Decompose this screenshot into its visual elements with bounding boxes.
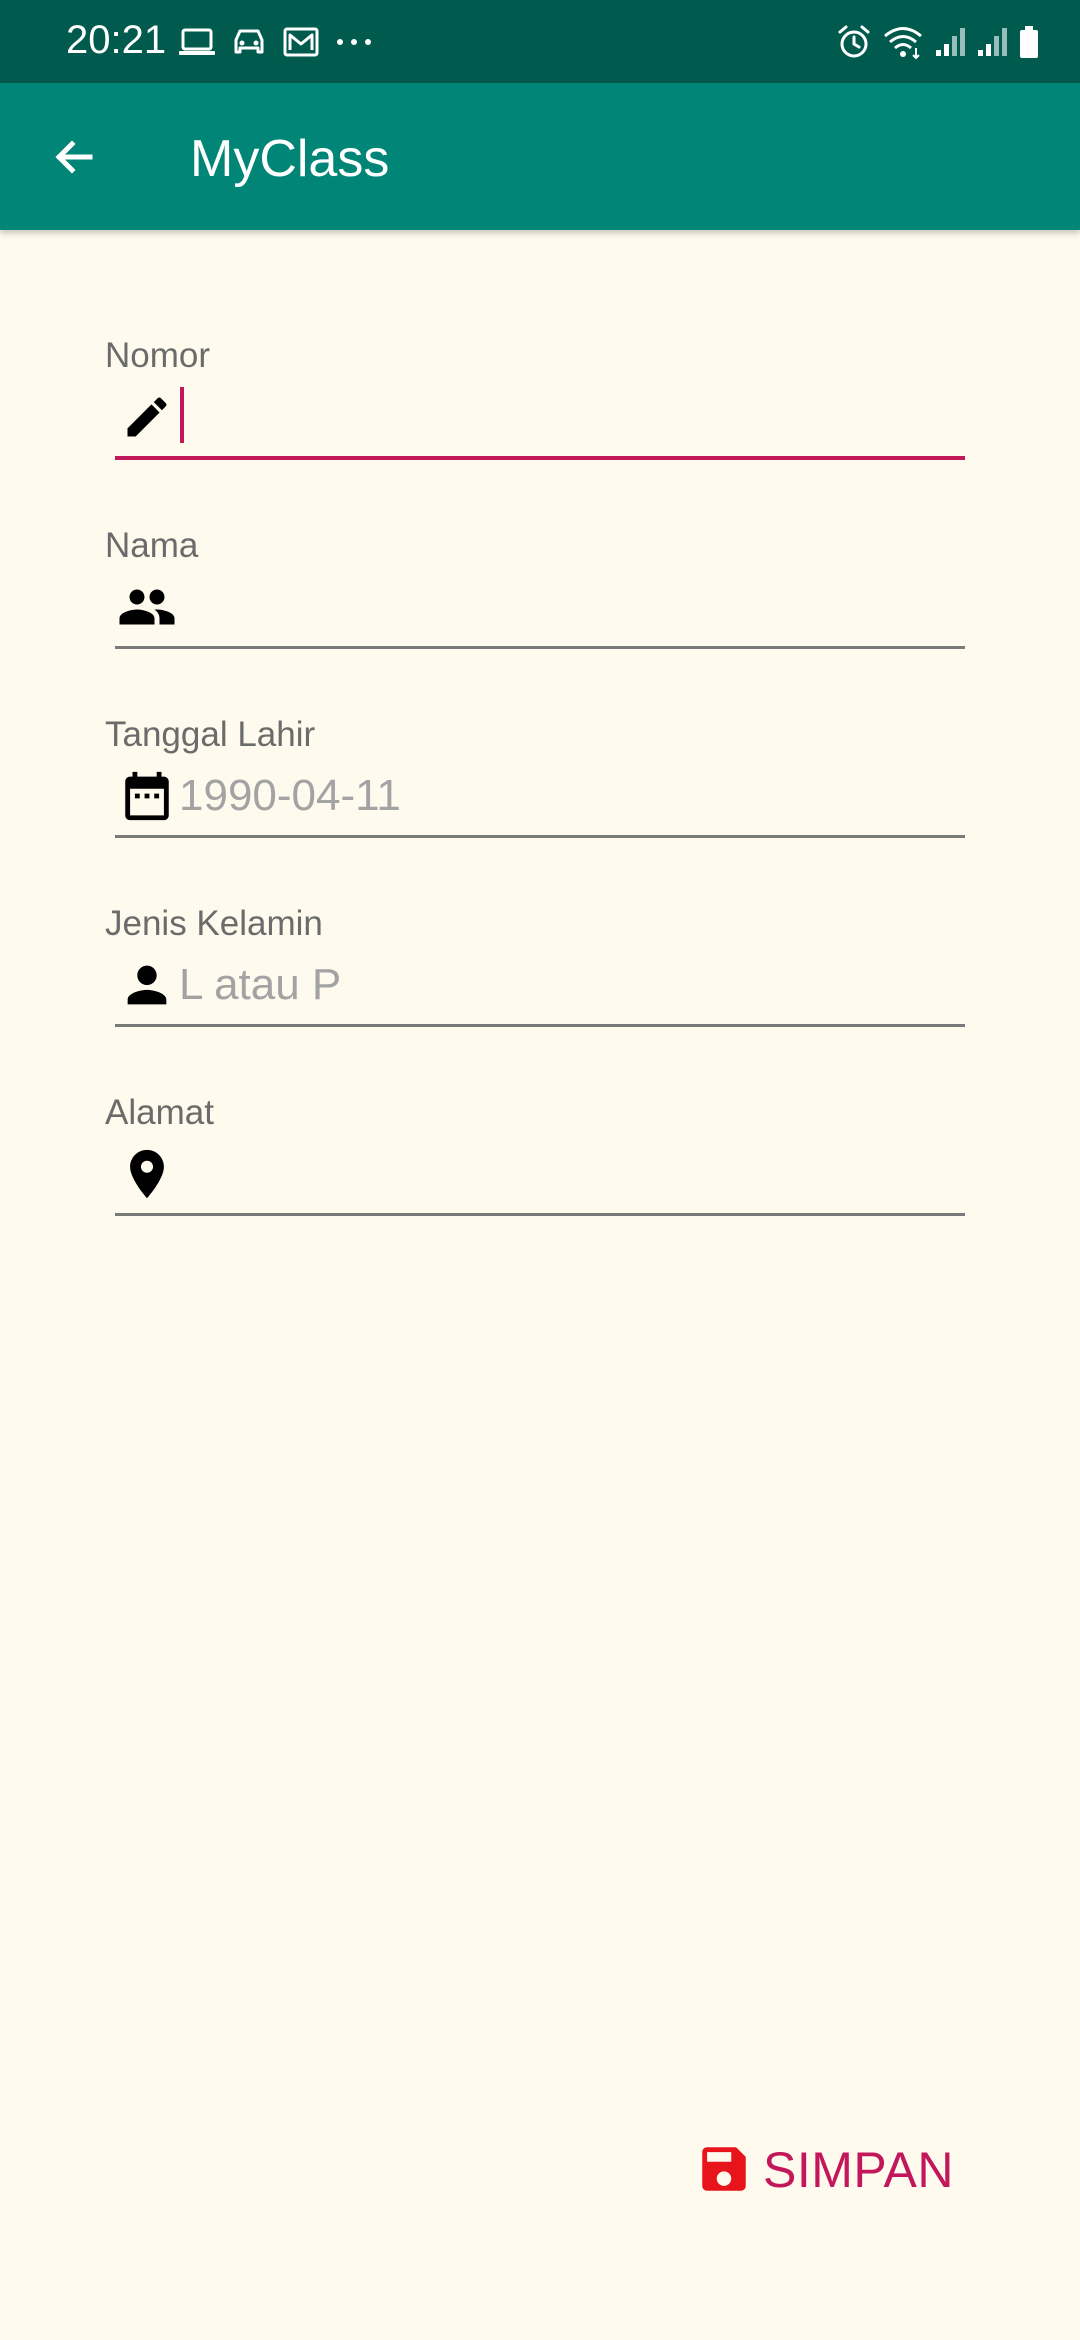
status-icons-right bbox=[836, 20, 1040, 64]
signal-icon bbox=[934, 26, 966, 58]
field-underline bbox=[115, 646, 965, 649]
alamat-input[interactable] bbox=[179, 1142, 969, 1206]
jenis-kelamin-input[interactable] bbox=[179, 953, 969, 1017]
wifi-icon bbox=[882, 24, 924, 60]
field-alamat: Alamat bbox=[105, 1092, 969, 1232]
save-button-label: SIMPAN bbox=[763, 2142, 954, 2198]
status-time: 20:21 bbox=[66, 18, 167, 62]
field-underline bbox=[115, 1213, 965, 1216]
pencil-icon bbox=[117, 387, 177, 447]
nomor-input[interactable] bbox=[179, 385, 969, 449]
field-underline bbox=[115, 1024, 965, 1027]
field-label: Alamat bbox=[105, 1093, 214, 1132]
person-icon bbox=[117, 955, 177, 1015]
more-dots-icon bbox=[334, 36, 374, 48]
field-label: Tanggal Lahir bbox=[105, 715, 316, 754]
field-label: Nama bbox=[105, 526, 199, 565]
people-icon bbox=[117, 577, 177, 637]
alarm-icon bbox=[836, 24, 872, 60]
car-icon bbox=[230, 26, 268, 58]
field-nomor: Nomor bbox=[105, 335, 969, 475]
battery-icon bbox=[1018, 25, 1040, 59]
field-underline bbox=[115, 835, 965, 838]
app-title: MyClass bbox=[190, 130, 390, 188]
status-bar: 20:21 bbox=[0, 0, 1080, 83]
laptop-icon bbox=[178, 27, 216, 57]
back-button[interactable] bbox=[30, 113, 118, 201]
location-pin-icon bbox=[117, 1144, 177, 1204]
signal-icon bbox=[976, 26, 1008, 58]
field-jenis-kelamin: Jenis Kelamin bbox=[105, 903, 969, 1043]
field-underline-active bbox=[115, 456, 965, 460]
arrow-back-icon bbox=[55, 140, 93, 174]
gmail-icon bbox=[282, 26, 320, 58]
nama-input[interactable] bbox=[179, 575, 969, 639]
status-icons-left bbox=[178, 22, 374, 62]
field-label: Jenis Kelamin bbox=[105, 904, 323, 943]
calendar-icon bbox=[117, 766, 177, 826]
save-icon bbox=[695, 2140, 753, 2201]
field-label: Nomor bbox=[105, 336, 211, 375]
field-nama: Nama bbox=[105, 525, 969, 665]
save-button[interactable]: SIMPAN bbox=[685, 2130, 964, 2210]
tanggal-lahir-input[interactable] bbox=[179, 764, 969, 828]
field-tanggal-lahir: Tanggal Lahir bbox=[105, 714, 969, 854]
app-bar: MyClass bbox=[0, 83, 1080, 230]
